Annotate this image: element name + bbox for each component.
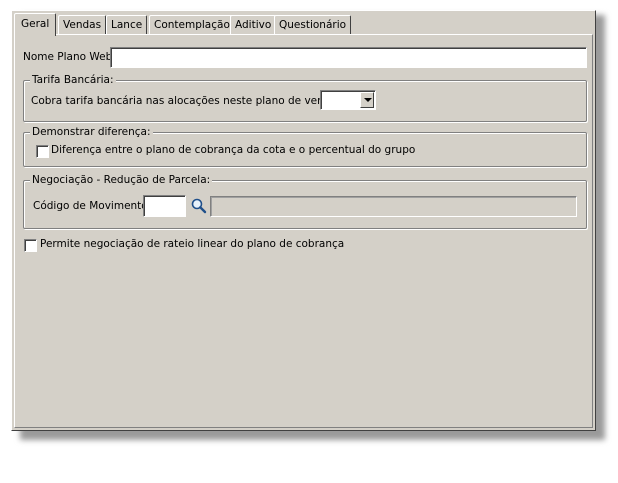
tab-panel-geral: Nome Plano Web: Tarifa Bancária: Cobra t…: [14, 34, 593, 428]
negociacao-group: Negociação - Redução de Parcela: Código …: [23, 174, 587, 229]
negociacao-legend: Negociação - Redução de Parcela:: [30, 174, 213, 186]
nome-plano-web-label: Nome Plano Web:: [23, 51, 116, 63]
tab-contemplacao-label: Contemplação: [154, 19, 230, 31]
magnifier-icon[interactable]: [190, 197, 208, 215]
tab-aditivo[interactable]: Aditivo: [230, 15, 277, 35]
movimento-descricao-field: [210, 196, 577, 217]
tab-aditivo-label: Aditivo: [235, 19, 272, 31]
tarifa-bancaria-label: Cobra tarifa bancária nas alocações nest…: [31, 95, 341, 107]
tab-lance[interactable]: Lance: [106, 15, 148, 35]
tab-vendas[interactable]: Vendas: [58, 15, 107, 35]
diferenca-checkbox-label: Diferença entre o plano de cobrança da c…: [51, 144, 416, 156]
chevron-down-icon[interactable]: [360, 92, 374, 108]
tab-lance-label: Lance: [111, 19, 143, 31]
tab-questionario-label: Questionário: [279, 19, 347, 31]
tab-geral[interactable]: Geral: [14, 13, 57, 36]
tarifa-bancaria-group: Tarifa Bancária: Cobra tarifa bancária n…: [23, 74, 587, 122]
diferenca-checkbox[interactable]: [36, 145, 49, 158]
tarifa-bancaria-select[interactable]: [320, 90, 376, 110]
permite-rateio-label: Permite negociação de rateio linear do p…: [40, 238, 345, 250]
plan-settings-window: Geral Vendas Lance Contemplação Aditivo …: [11, 10, 596, 431]
tab-questionario[interactable]: Questionário: [274, 15, 352, 35]
permite-rateio-checkbox[interactable]: [24, 239, 37, 252]
demonstrar-diferenca-group: Demonstrar diferença: Diferença entre o …: [23, 126, 587, 167]
tab-contemplacao[interactable]: Contemplação: [149, 15, 235, 35]
nome-plano-web-input[interactable]: [110, 47, 587, 68]
tab-vendas-label: Vendas: [63, 19, 102, 31]
tab-geral-label: Geral: [21, 18, 50, 30]
codigo-movimento-input[interactable]: [143, 195, 186, 217]
demonstrar-diferenca-legend: Demonstrar diferença:: [30, 126, 153, 138]
tarifa-bancaria-legend: Tarifa Bancária:: [30, 74, 116, 86]
codigo-movimento-label: Código de Movimento:: [33, 200, 152, 212]
